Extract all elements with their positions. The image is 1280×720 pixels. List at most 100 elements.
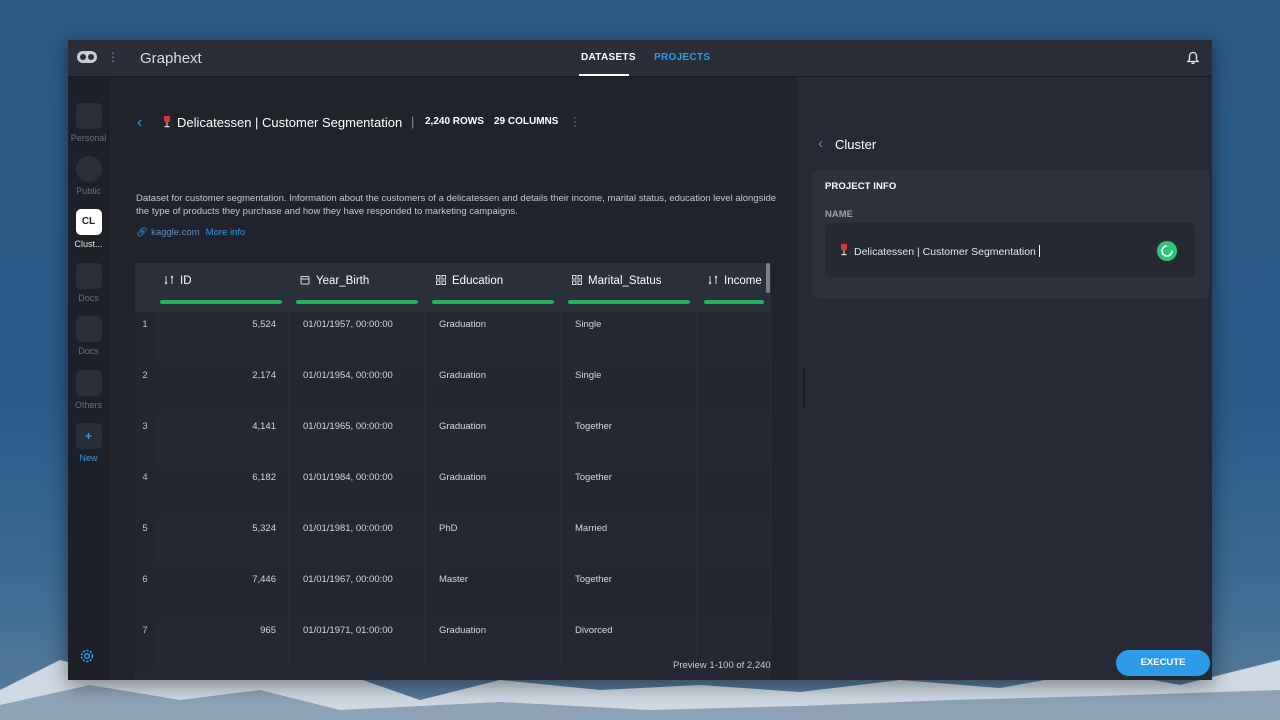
cell-id[interactable]: 7,446 <box>155 567 289 618</box>
cell-year-birth[interactable]: 01/01/1965, 00:00:00 <box>290 414 425 465</box>
cell-marital-status[interactable]: Together <box>562 414 697 465</box>
sidebar-item-public[interactable]: Public <box>68 156 109 196</box>
table-row[interactable]: 4 6,182 01/01/1984, 00:00:00 Graduation … <box>135 465 771 516</box>
cell-marital-status[interactable]: Single <box>562 312 697 363</box>
wine-glass-icon <box>841 244 847 256</box>
column-distribution-bar <box>160 300 282 304</box>
cluster-avatar: CL <box>75 209 102 235</box>
cell-id[interactable]: 965 <box>155 618 289 669</box>
panel-resize-handle[interactable] <box>803 369 805 407</box>
execute-button[interactable]: EXECUTE <box>1116 650 1210 676</box>
column-distribution-bar <box>296 300 418 304</box>
table-row[interactable]: 1 5,524 01/01/1957, 00:00:00 Graduation … <box>135 312 771 363</box>
cell-income[interactable] <box>698 363 771 414</box>
cell-income[interactable] <box>698 567 771 618</box>
sidebar-item-label: New <box>79 453 98 463</box>
columns-count[interactable]: 29 COLUMNS <box>494 116 558 127</box>
title-separator: | <box>411 114 415 129</box>
source-link[interactable]: kaggle.com <box>151 227 200 238</box>
dataset-links: 🔗︎ kaggle.com More info <box>136 227 245 238</box>
sidebar-item-docs-2[interactable]: Docs <box>68 316 109 356</box>
cell-marital-status[interactable]: Single <box>562 363 697 414</box>
cell-education[interactable]: Master <box>426 567 561 618</box>
cell-education[interactable]: PhD <box>426 516 561 567</box>
cell-education[interactable]: Graduation <box>426 363 561 414</box>
cell-id[interactable]: 5,524 <box>155 312 289 363</box>
bell-icon[interactable] <box>1186 51 1200 65</box>
link-icon: 🔗︎ <box>136 227 149 238</box>
cell-id[interactable]: 4,141 <box>155 414 289 465</box>
dataset-title-text: Delicatessen | Customer Segmentation <box>177 115 403 130</box>
cell-id[interactable]: 5,324 <box>155 516 289 567</box>
cell-id[interactable]: 6,182 <box>155 465 289 516</box>
cell-year-birth[interactable]: 01/01/1957, 00:00:00 <box>290 312 425 363</box>
wine-glass-icon <box>164 116 170 128</box>
table-body: 1 5,524 01/01/1957, 00:00:00 Graduation … <box>135 312 771 680</box>
table-header: ID Year_Birth Education Marital_Status I… <box>135 263 771 312</box>
cell-year-birth[interactable]: 01/01/1981, 00:00:00 <box>290 516 425 567</box>
column-header-income[interactable]: Income <box>704 263 771 312</box>
column-distribution-bar <box>568 300 690 304</box>
app-logo-icon[interactable] <box>76 49 98 65</box>
docs-icon <box>75 316 102 342</box>
text-caret <box>1038 245 1040 257</box>
numeric-column-icon <box>164 275 174 285</box>
sidebar-item-label: Others <box>74 400 102 410</box>
rows-count: 2,240 ROWS <box>425 116 484 127</box>
personal-icon <box>75 103 102 129</box>
cell-education[interactable]: Graduation <box>426 414 561 465</box>
cell-income[interactable] <box>698 516 771 567</box>
row-number: 2 <box>135 363 155 414</box>
cell-income[interactable] <box>698 414 771 465</box>
row-number: 5 <box>135 516 155 567</box>
sidebar-item-cluster[interactable]: CL Clust... <box>68 209 109 249</box>
cell-id[interactable]: 2,174 <box>155 363 289 414</box>
sidebar-item-label: Public <box>76 186 101 196</box>
vertical-scrollbar[interactable] <box>766 263 770 293</box>
column-header-label: ID <box>180 275 192 287</box>
back-chevron-icon[interactable]: ‹ <box>137 114 142 132</box>
cell-education[interactable]: Graduation <box>426 465 561 516</box>
cell-education[interactable]: Graduation <box>426 312 561 363</box>
cell-income[interactable] <box>698 312 771 363</box>
more-info-link[interactable]: More info <box>206 227 246 238</box>
column-header-id[interactable]: ID <box>160 263 290 312</box>
project-info-card: PROJECT INFO NAME Delicatessen | Custome… <box>812 169 1210 299</box>
cell-marital-status[interactable]: Together <box>562 465 697 516</box>
section-heading: PROJECT INFO <box>825 181 897 192</box>
column-header-year-birth[interactable]: Year_Birth <box>296 263 426 312</box>
app-menu-kebab-icon[interactable]: ⋮ <box>107 51 119 63</box>
sidebar-item-others[interactable]: Others <box>68 370 109 410</box>
cell-income[interactable] <box>698 465 771 516</box>
cell-year-birth[interactable]: 01/01/1984, 00:00:00 <box>290 465 425 516</box>
column-header-label: Education <box>452 275 504 287</box>
cell-year-birth[interactable]: 01/01/1967, 00:00:00 <box>290 567 425 618</box>
column-header-education[interactable]: Education <box>432 263 562 312</box>
project-name-input[interactable]: Delicatessen | Customer Segmentation <box>825 223 1195 277</box>
tab-projects[interactable]: PROJECTS <box>654 52 710 63</box>
table-row[interactable]: 6 7,446 01/01/1967, 00:00:00 Master Toge… <box>135 567 771 618</box>
kebab-icon[interactable]: · · · <box>572 111 578 131</box>
cell-year-birth[interactable]: 01/01/1971, 01:00:00 <box>290 618 425 669</box>
back-chevron-icon[interactable]: ‹ <box>818 135 823 152</box>
sidebar-item-docs[interactable]: Docs <box>68 263 109 303</box>
table-row[interactable]: 3 4,141 01/01/1965, 00:00:00 Graduation … <box>135 414 771 465</box>
table-row[interactable]: 2 2,174 01/01/1954, 00:00:00 Graduation … <box>135 363 771 414</box>
table-row[interactable]: 5 5,324 01/01/1981, 00:00:00 PhD Married <box>135 516 771 567</box>
row-number: 6 <box>135 567 155 618</box>
sidebar-item-new[interactable]: + New <box>68 423 109 463</box>
docs-icon <box>75 263 102 289</box>
gear-icon[interactable] <box>78 647 96 665</box>
cell-education[interactable]: Graduation <box>426 618 561 669</box>
dataset-title: Delicatessen | Customer Segmentation <box>163 115 402 130</box>
cell-marital-status[interactable]: Together <box>562 567 697 618</box>
cell-year-birth[interactable]: 01/01/1954, 00:00:00 <box>290 363 425 414</box>
column-header-label: Marital_Status <box>588 275 662 287</box>
cell-marital-status[interactable]: Married <box>562 516 697 567</box>
preview-count: Preview 1-100 of 2,240 <box>673 660 771 671</box>
column-header-marital-status[interactable]: Marital_Status <box>568 263 698 312</box>
sidebar-item-personal[interactable]: Personal <box>68 103 109 143</box>
dataset-main: ‹ Delicatessen | Customer Segmentation |… <box>109 77 797 680</box>
globe-icon <box>75 156 102 182</box>
tab-datasets[interactable]: DATASETS <box>581 52 636 63</box>
